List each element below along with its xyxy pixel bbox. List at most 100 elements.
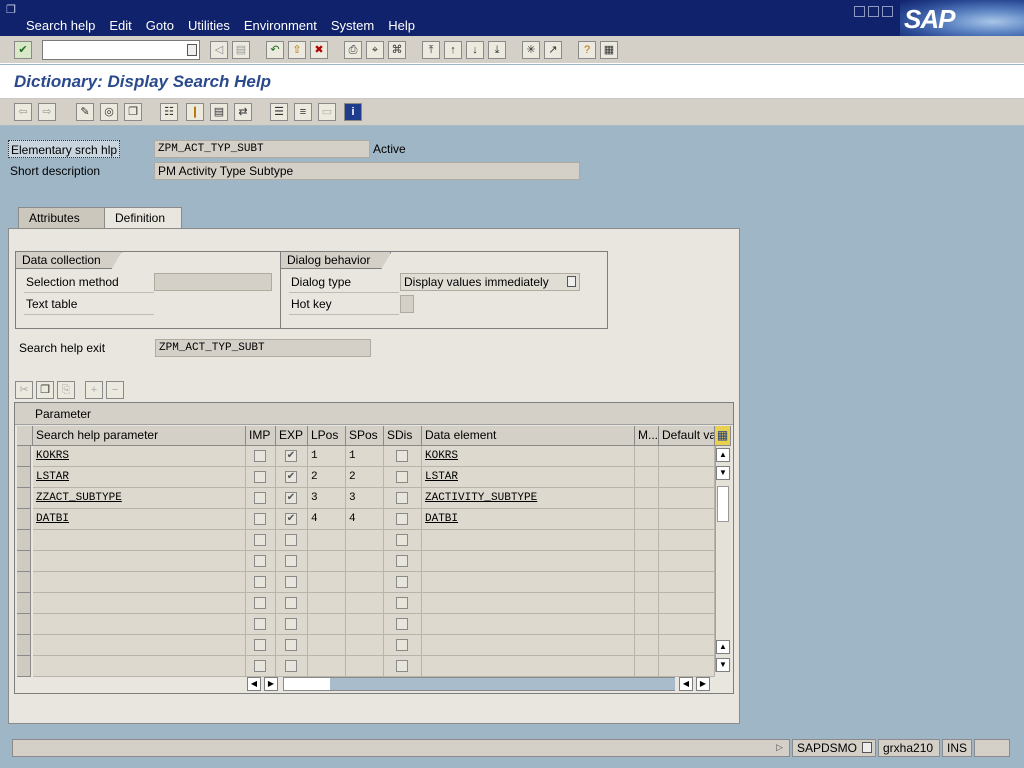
vertical-scrollbar[interactable]: ▲ ▼ ▲ ▼ xyxy=(715,446,731,672)
scroll-down-icon[interactable]: ▼ xyxy=(716,658,730,672)
command-history-icon[interactable] xyxy=(187,44,197,56)
cell-modified[interactable] xyxy=(635,488,659,509)
col-modified[interactable]: M... xyxy=(635,426,659,446)
cell-lpos[interactable] xyxy=(308,593,346,614)
checkbox[interactable] xyxy=(285,576,297,588)
col-sdis[interactable]: SDis xyxy=(384,426,422,446)
cell-exp[interactable] xyxy=(276,635,308,656)
cell-default-value[interactable] xyxy=(659,614,715,635)
exit-icon[interactable]: ⇧ xyxy=(288,41,306,59)
where-used-icon[interactable]: ☷ xyxy=(160,103,178,121)
checkbox[interactable] xyxy=(254,555,266,567)
cell-spos[interactable]: 4 xyxy=(346,509,384,530)
menu-help[interactable]: Help xyxy=(388,18,415,33)
cell-spos[interactable] xyxy=(346,551,384,572)
cell-sdis[interactable] xyxy=(384,509,422,530)
cell-exp[interactable] xyxy=(276,614,308,635)
row-selector[interactable] xyxy=(17,614,31,635)
checkbox[interactable] xyxy=(254,618,266,630)
checkbox[interactable] xyxy=(396,660,408,672)
cell-lpos[interactable]: 3 xyxy=(308,488,346,509)
print-icon[interactable]: ⎙ xyxy=(344,41,362,59)
dialog-type-select[interactable]: Display values immediately xyxy=(400,273,580,291)
back-arrow-left-icon[interactable]: ◁ xyxy=(210,41,228,59)
tab-definition[interactable]: Definition xyxy=(104,207,182,229)
cell-data-element[interactable]: ZACTIVITY_SUBTYPE xyxy=(422,488,635,509)
info-icon[interactable]: i xyxy=(344,103,362,121)
cell-imp[interactable] xyxy=(246,530,276,551)
cell-sdis[interactable] xyxy=(384,656,422,677)
checkbox[interactable] xyxy=(254,471,266,483)
cell-exp[interactable] xyxy=(276,530,308,551)
checkbox[interactable] xyxy=(396,597,408,609)
cell-default-value[interactable] xyxy=(659,635,715,656)
copy-row-icon[interactable]: ❐ xyxy=(36,381,54,399)
checkbox[interactable]: ✔ xyxy=(285,450,297,462)
checkbox[interactable] xyxy=(285,660,297,672)
page-right-icon[interactable]: ▶ xyxy=(696,677,710,691)
command-input[interactable] xyxy=(43,41,181,59)
col-search-help-parameter[interactable]: Search help parameter xyxy=(33,426,246,446)
checkbox[interactable] xyxy=(396,576,408,588)
cell-modified[interactable] xyxy=(635,509,659,530)
cell-lpos[interactable] xyxy=(308,530,346,551)
cell-lpos[interactable] xyxy=(308,635,346,656)
cell-parameter[interactable] xyxy=(33,530,246,551)
previous-object-icon[interactable]: ⇦ xyxy=(14,103,32,121)
scroll-right-icon[interactable]: ▶ xyxy=(264,677,278,691)
create-session-icon[interactable]: ✳ xyxy=(522,41,540,59)
find-icon[interactable]: ⌖ xyxy=(366,41,384,59)
cell-lpos[interactable] xyxy=(308,572,346,593)
checkbox[interactable]: ✔ xyxy=(285,492,297,504)
hot-key-field[interactable] xyxy=(400,295,414,313)
table-settings-icon[interactable]: ▦ xyxy=(715,426,731,446)
horizontal-scroll-track[interactable] xyxy=(330,678,675,690)
cell-imp[interactable] xyxy=(246,551,276,572)
cell-default-value[interactable] xyxy=(659,656,715,677)
horizontal-scrollbar[interactable] xyxy=(283,677,675,691)
cell-sdis[interactable] xyxy=(384,572,422,593)
cell-data-element[interactable] xyxy=(422,593,635,614)
cell-imp[interactable] xyxy=(246,446,276,467)
cell-modified[interactable] xyxy=(635,614,659,635)
col-default-value[interactable]: Default va xyxy=(659,426,715,446)
cell-modified[interactable] xyxy=(635,446,659,467)
cell-sdis[interactable] xyxy=(384,635,422,656)
cell-imp[interactable] xyxy=(246,488,276,509)
system-menu-icon[interactable]: ❐ xyxy=(6,4,20,16)
cell-modified[interactable] xyxy=(635,593,659,614)
checkbox[interactable] xyxy=(396,492,408,504)
cell-imp[interactable] xyxy=(246,614,276,635)
layout-menu-icon[interactable]: ▦ xyxy=(600,41,618,59)
maximize-icon[interactable] xyxy=(868,6,879,17)
cell-data-element[interactable]: DATBI xyxy=(422,509,635,530)
display-change-icon[interactable]: ✎ xyxy=(76,103,94,121)
cell-sdis[interactable] xyxy=(384,488,422,509)
menu-edit[interactable]: Edit xyxy=(109,18,131,33)
save-icon[interactable]: ▤ xyxy=(232,41,250,59)
cell-spos[interactable] xyxy=(346,572,384,593)
test-icon[interactable]: ⇄ xyxy=(234,103,252,121)
checkbox[interactable] xyxy=(254,450,266,462)
tab-attributes[interactable]: Attributes xyxy=(18,207,108,229)
cell-parameter[interactable]: KOKRS xyxy=(33,446,246,467)
short-description-field[interactable]: PM Activity Type Subtype xyxy=(154,162,580,180)
activate-icon[interactable]: ❙ xyxy=(186,103,204,121)
cell-imp[interactable] xyxy=(246,572,276,593)
display-object-list-icon[interactable]: ▤ xyxy=(210,103,228,121)
scroll-page-up-icon[interactable]: ▲ xyxy=(716,640,730,654)
row-selector[interactable] xyxy=(17,572,31,593)
cell-parameter[interactable] xyxy=(33,572,246,593)
help-icon[interactable]: ? xyxy=(578,41,596,59)
documentation-icon[interactable]: ≡ xyxy=(294,103,312,121)
row-selector[interactable] xyxy=(17,551,31,572)
cell-exp[interactable] xyxy=(276,656,308,677)
scroll-thumb[interactable] xyxy=(717,486,729,522)
cell-spos[interactable] xyxy=(346,614,384,635)
col-exp[interactable]: EXP xyxy=(276,426,308,446)
cell-exp[interactable]: ✔ xyxy=(276,467,308,488)
checkbox[interactable] xyxy=(396,513,408,525)
cancel-icon[interactable]: ✖ xyxy=(310,41,328,59)
menu-environment[interactable]: Environment xyxy=(244,18,317,33)
last-page-icon[interactable]: ⤓ xyxy=(488,41,506,59)
